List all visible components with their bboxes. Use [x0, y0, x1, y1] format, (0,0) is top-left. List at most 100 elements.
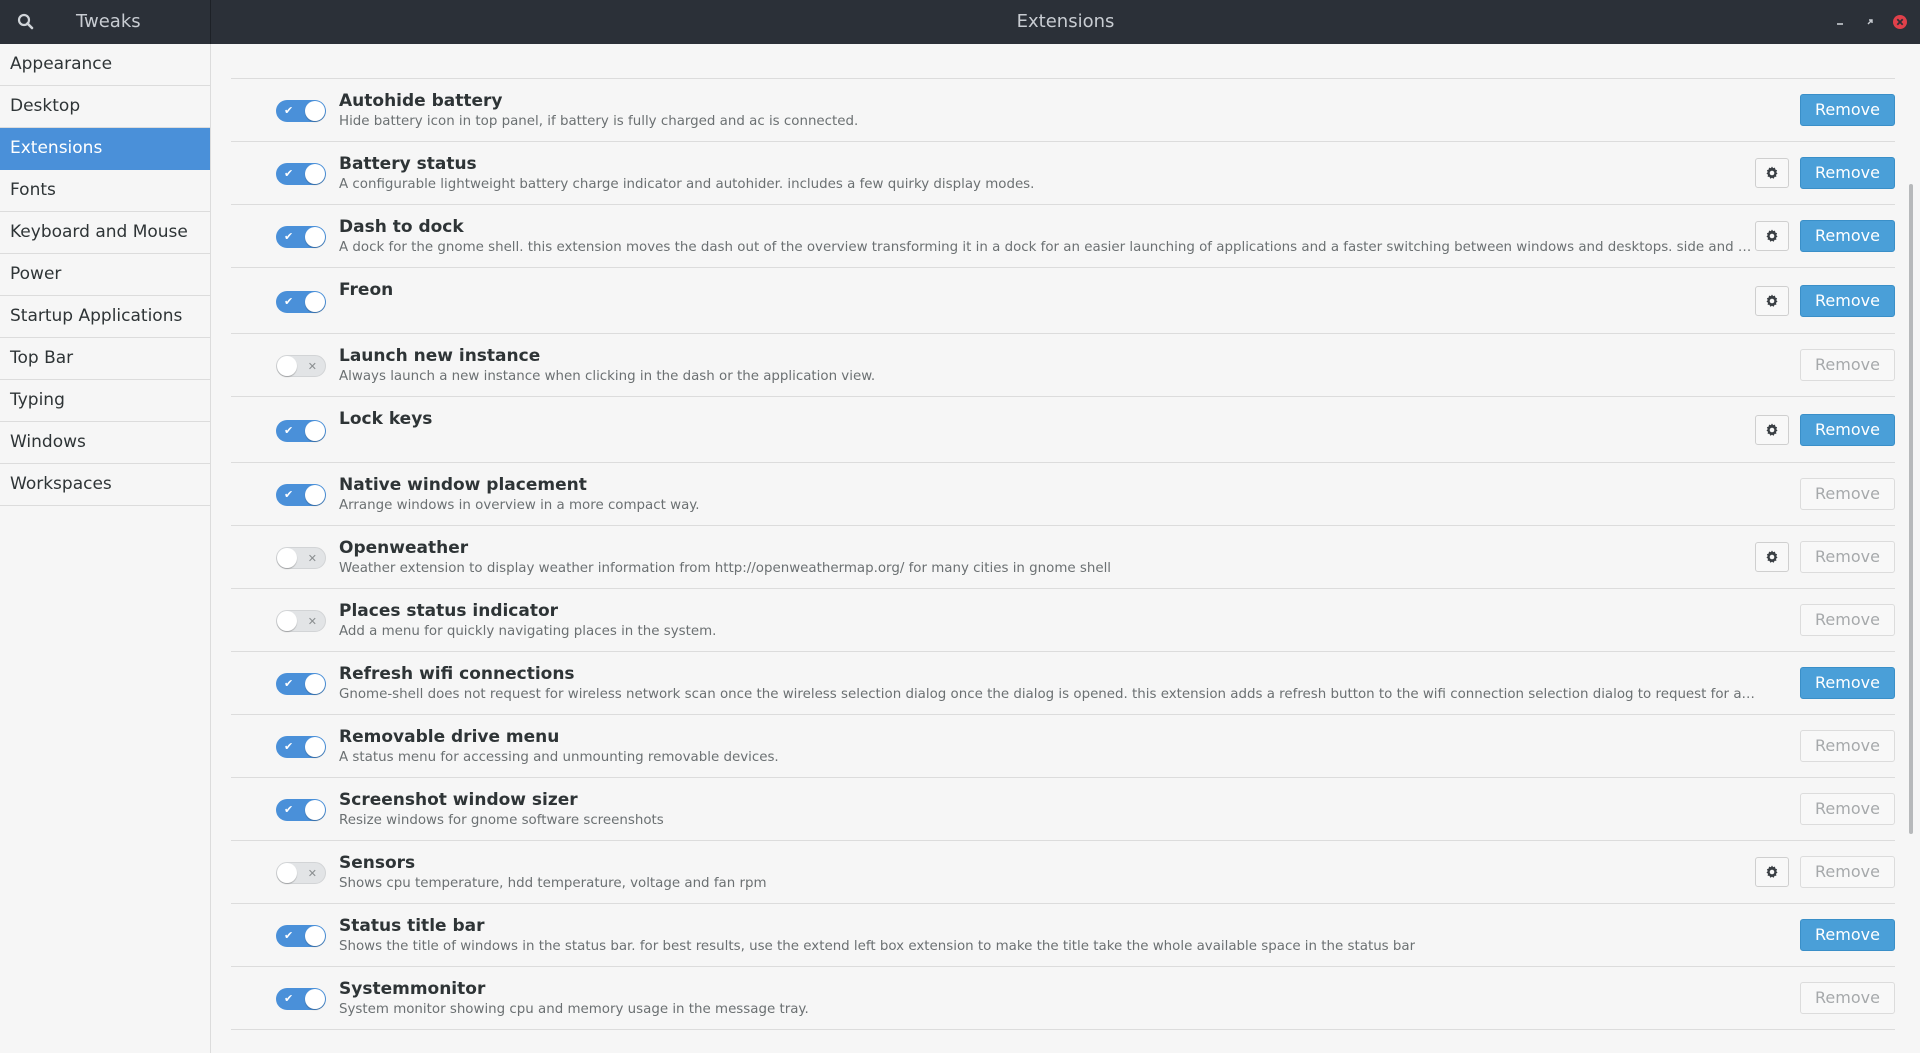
remove-button[interactable]: Remove: [1800, 157, 1895, 189]
sidebar-item-keyboard-and-mouse[interactable]: Keyboard and Mouse: [0, 212, 210, 254]
remove-button[interactable]: Remove: [1800, 919, 1895, 951]
extension-toggle[interactable]: ✔: [276, 988, 326, 1010]
extension-name: Refresh wifi connections: [339, 664, 575, 684]
remove-button[interactable]: Remove: [1800, 667, 1895, 699]
toggle-knob: [305, 421, 325, 441]
remove-button[interactable]: Remove: [1800, 349, 1895, 381]
maximize-icon[interactable]: [1860, 12, 1880, 32]
extension-list: ✔ Autohide battery Hide battery icon in to…: [231, 79, 1895, 1030]
extension-settings-button[interactable]: [1755, 857, 1789, 887]
extension-toggle[interactable]: ✔: [276, 925, 326, 947]
remove-button[interactable]: Remove: [1800, 541, 1895, 573]
cross-icon: ✕: [307, 615, 317, 628]
extension-toggle[interactable]: ✕: [276, 862, 326, 884]
header-left: Tweaks: [0, 0, 211, 44]
extension-toggle[interactable]: ✔: [276, 799, 326, 821]
remove-button[interactable]: Remove: [1800, 478, 1895, 510]
sidebar-item-extensions[interactable]: Extensions: [0, 128, 210, 170]
extension-settings-button[interactable]: [1755, 415, 1789, 445]
sidebar-item-top-bar[interactable]: Top Bar: [0, 338, 210, 380]
extension-toggle[interactable]: ✕: [276, 610, 326, 632]
toggle-knob: [305, 989, 325, 1009]
extension-description: Resize windows for gnome software screen…: [339, 813, 664, 828]
remove-button[interactable]: Remove: [1800, 856, 1895, 888]
extension-row-freon: ✔ Freon Remove: [231, 268, 1895, 334]
extension-settings-button[interactable]: [1755, 542, 1789, 572]
toggle-knob: [305, 674, 325, 694]
cross-icon: ✕: [307, 552, 317, 565]
sidebar: Appearance Desktop Extensions Fonts Keyboard…: [0, 44, 211, 1053]
extension-toggle[interactable]: ✔: [276, 100, 326, 122]
checkmark-icon: ✔: [284, 803, 294, 816]
checkmark-icon: ✔: [284, 992, 294, 1005]
sidebar-item-workspaces[interactable]: Workspaces: [0, 464, 210, 506]
scrollbar-thumb[interactable]: [1909, 184, 1913, 834]
extension-toggle[interactable]: ✕: [276, 547, 326, 569]
checkmark-icon: ✔: [284, 295, 294, 308]
sidebar-item-appearance[interactable]: Appearance: [0, 44, 210, 86]
extension-row-lock-keys: ✔ Lock keys Remove: [231, 397, 1895, 463]
checkmark-icon: ✔: [284, 488, 294, 501]
checkmark-icon: ✔: [284, 424, 294, 437]
extension-settings-button[interactable]: [1755, 221, 1789, 251]
extension-toggle[interactable]: ✔: [276, 673, 326, 695]
extension-row-dash-to-dock: ✔ Dash to dock A dock for the gnome shell.…: [231, 205, 1895, 268]
extension-row-refresh-wifi-connections: ✔ Refresh wifi connections Gnome-shell doe…: [231, 652, 1895, 715]
extension-toggle[interactable]: ✔: [276, 226, 326, 248]
extension-row-systemmonitor: ✔ Systemmonitor System monitor showing cpu…: [231, 967, 1895, 1030]
extension-settings-button[interactable]: [1755, 158, 1789, 188]
extension-description: System monitor showing cpu and memory us…: [339, 1002, 809, 1017]
checkmark-icon: ✔: [284, 230, 294, 243]
sidebar-item-power[interactable]: Power: [0, 254, 210, 296]
extension-description: Gnome-shell does not request for wireles…: [339, 687, 1759, 702]
checkmark-icon: ✔: [284, 740, 294, 753]
cross-icon: ✕: [307, 360, 317, 373]
remove-button[interactable]: Remove: [1800, 285, 1895, 317]
extension-name: Openweather: [339, 538, 469, 558]
extension-description: A configurable lightweight battery charg…: [339, 177, 1035, 192]
remove-button[interactable]: Remove: [1800, 604, 1895, 636]
extensions-panel: ✔ Autohide battery Hide battery icon in to…: [211, 44, 1920, 1053]
checkmark-icon: ✔: [284, 677, 294, 690]
checkmark-icon: ✔: [284, 929, 294, 942]
app-title: Tweaks: [76, 11, 141, 32]
extension-toggle[interactable]: ✔: [276, 484, 326, 506]
window-title: Extensions: [1016, 11, 1115, 32]
extension-name: Freon: [339, 280, 394, 300]
sidebar-item-startup-applications[interactable]: Startup Applications: [0, 296, 210, 338]
extension-description: A status menu for accessing and unmounti…: [339, 750, 779, 765]
remove-button[interactable]: Remove: [1800, 220, 1895, 252]
toggle-knob: [277, 863, 297, 883]
toggle-knob: [277, 356, 297, 376]
toggle-knob: [305, 101, 325, 121]
extension-name: Native window placement: [339, 475, 587, 495]
search-icon[interactable]: [16, 12, 36, 32]
remove-button[interactable]: Remove: [1800, 793, 1895, 825]
extension-row-autohide-battery: ✔ Autohide battery Hide battery icon in to…: [231, 79, 1895, 142]
toggle-knob: [305, 227, 325, 247]
minimize-icon[interactable]: [1830, 12, 1850, 32]
remove-button[interactable]: Remove: [1800, 982, 1895, 1014]
scrollbar[interactable]: [1895, 44, 1920, 1053]
remove-button[interactable]: Remove: [1800, 94, 1895, 126]
close-icon[interactable]: [1890, 12, 1910, 32]
sidebar-item-fonts[interactable]: Fonts: [0, 170, 210, 212]
checkmark-icon: ✔: [284, 167, 294, 180]
extension-settings-button[interactable]: [1755, 286, 1789, 316]
remove-button[interactable]: Remove: [1800, 414, 1895, 446]
remove-button[interactable]: Remove: [1800, 730, 1895, 762]
header-bar: Tweaks Extensions: [0, 0, 1920, 44]
extension-toggle[interactable]: ✕: [276, 355, 326, 377]
extension-row-battery-status: ✔ Battery status A configurable lightweigh…: [231, 142, 1895, 205]
cross-icon: ✕: [307, 867, 317, 880]
extension-row-native-window-placement: ✔ Native window placement Arrange windows …: [231, 463, 1895, 526]
sidebar-item-windows[interactable]: Windows: [0, 422, 210, 464]
sidebar-item-typing[interactable]: Typing: [0, 380, 210, 422]
extension-toggle[interactable]: ✔: [276, 163, 326, 185]
extension-row-places-status-indicator: ✕ Places status indicator Add a menu for q…: [231, 589, 1895, 652]
extension-name: Screenshot window sizer: [339, 790, 578, 810]
extension-toggle[interactable]: ✔: [276, 736, 326, 758]
extension-toggle[interactable]: ✔: [276, 291, 326, 313]
extension-toggle[interactable]: ✔: [276, 420, 326, 442]
sidebar-item-desktop[interactable]: Desktop: [0, 86, 210, 128]
